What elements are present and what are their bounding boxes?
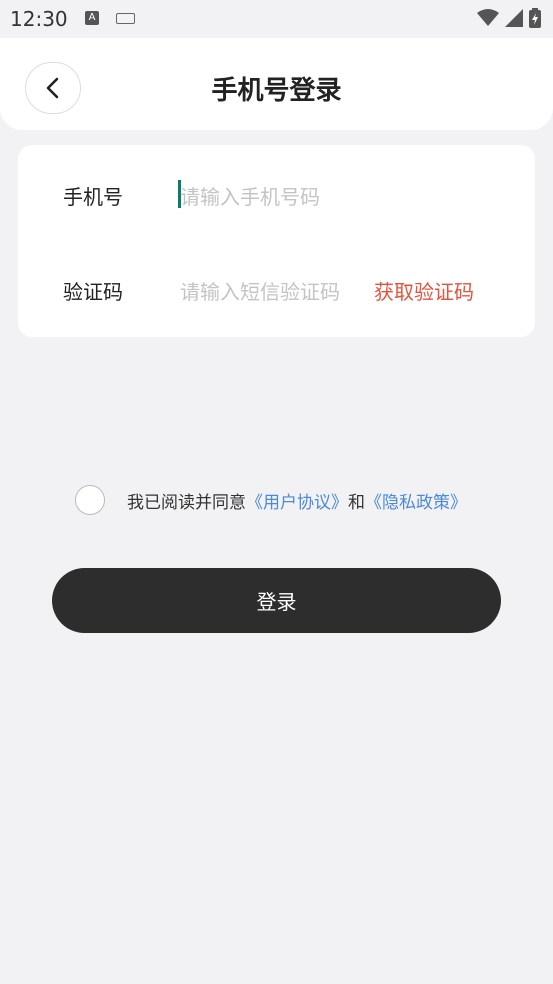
agreement-row: 我已阅读并同意《用户协议》和《隐私政策》 bbox=[75, 485, 467, 515]
wifi-icon bbox=[477, 9, 499, 26]
get-code-button[interactable]: 获取验证码 bbox=[374, 276, 474, 305]
agreement-prefix: 我已阅读并同意 bbox=[127, 492, 246, 513]
status-bar: 12:30 A bbox=[0, 0, 553, 38]
keyboard-icon bbox=[116, 13, 135, 24]
header: 手机号登录 bbox=[0, 38, 553, 130]
user-agreement-link[interactable]: 《用户协议》 bbox=[246, 493, 348, 513]
login-button[interactable]: 登录 bbox=[52, 568, 501, 633]
accessibility-icon: A bbox=[85, 11, 99, 25]
code-label: 验证码 bbox=[63, 280, 123, 304]
privacy-policy-link[interactable]: 《隐私政策》 bbox=[365, 493, 467, 513]
agreement-text: 我已阅读并同意《用户协议》和《隐私政策》 bbox=[127, 488, 467, 513]
status-icons bbox=[477, 8, 541, 28]
page-title: 手机号登录 bbox=[211, 76, 342, 106]
phone-label: 手机号 bbox=[63, 185, 123, 209]
battery-icon bbox=[529, 8, 541, 28]
signal-icon bbox=[505, 9, 523, 27]
agreement-checkbox[interactable] bbox=[75, 485, 105, 515]
code-input[interactable]: 请输入短信验证码 bbox=[180, 276, 340, 305]
login-form-card: 手机号 请输入手机号码 验证码 请输入短信验证码 获取验证码 bbox=[18, 145, 535, 337]
phone-input[interactable]: 请输入手机号码 bbox=[180, 181, 320, 210]
agreement-conjunction: 和 bbox=[348, 492, 365, 513]
status-time: 12:30 bbox=[10, 7, 68, 31]
